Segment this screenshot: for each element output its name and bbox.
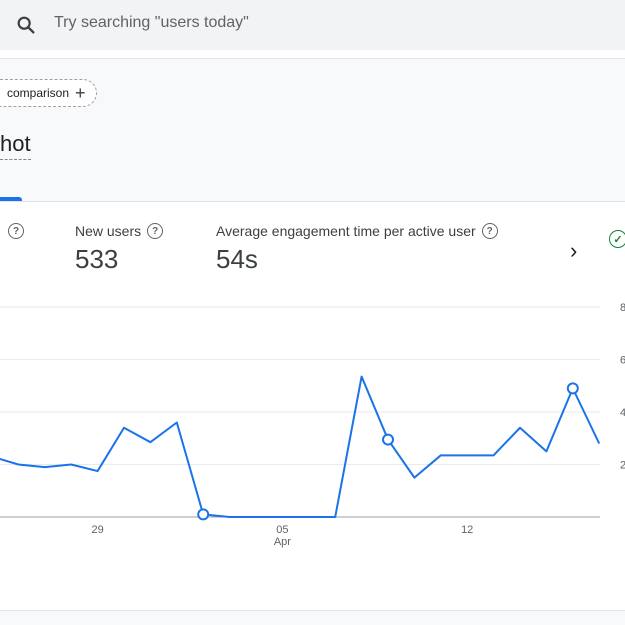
help-icon[interactable]: ? (8, 223, 24, 239)
line-chart: 2 4 6 8 29 05Apr 12 (0, 302, 625, 548)
add-comparison-button[interactable]: comparison + (0, 79, 97, 107)
comparison-label: comparison (7, 86, 70, 100)
metric-label-engagement-time: Average engagement time per active user … (216, 223, 498, 239)
x-tick-sublabel: Apr (274, 536, 291, 548)
check-circle-icon[interactable]: ✓ (609, 230, 625, 248)
x-tick-label: 05 (276, 524, 288, 536)
series-line (0, 375, 601, 518)
x-tick-label: 12 (461, 524, 473, 536)
metric-value-new-users: 533 (75, 244, 119, 274)
highlighted-point (197, 508, 210, 521)
help-icon[interactable]: ? (481, 223, 498, 239)
search-input[interactable]: Try searching "users today" (54, 14, 249, 32)
help-icon[interactable]: ? (147, 223, 164, 239)
chevron-right-icon[interactable]: › (570, 238, 577, 264)
search-icon (17, 16, 35, 34)
comparison-bar: comparison + (0, 58, 625, 114)
search-bar[interactable]: Try searching "users today" (0, 0, 625, 50)
footer-strip (0, 611, 625, 625)
y-tick-label: 8 (620, 302, 625, 314)
metric-name: Average engagement time per active user (216, 223, 476, 239)
active-tab-indicator (0, 197, 22, 201)
y-tick-label: 6 (620, 355, 625, 367)
metric-label-new-users: New users ? (75, 223, 164, 239)
y-tick-label: 4 (620, 407, 625, 419)
page-title: hot (0, 131, 31, 160)
plus-icon: + (75, 83, 86, 103)
x-tick-label: 29 (91, 524, 103, 536)
highlighted-point (566, 382, 579, 395)
highlighted-point (382, 433, 394, 446)
metric-value-engagement-time: 54s (216, 244, 258, 274)
page-header: hot (0, 113, 625, 202)
y-tick-label: 2 (620, 460, 625, 472)
metric-name: New users (75, 223, 142, 239)
